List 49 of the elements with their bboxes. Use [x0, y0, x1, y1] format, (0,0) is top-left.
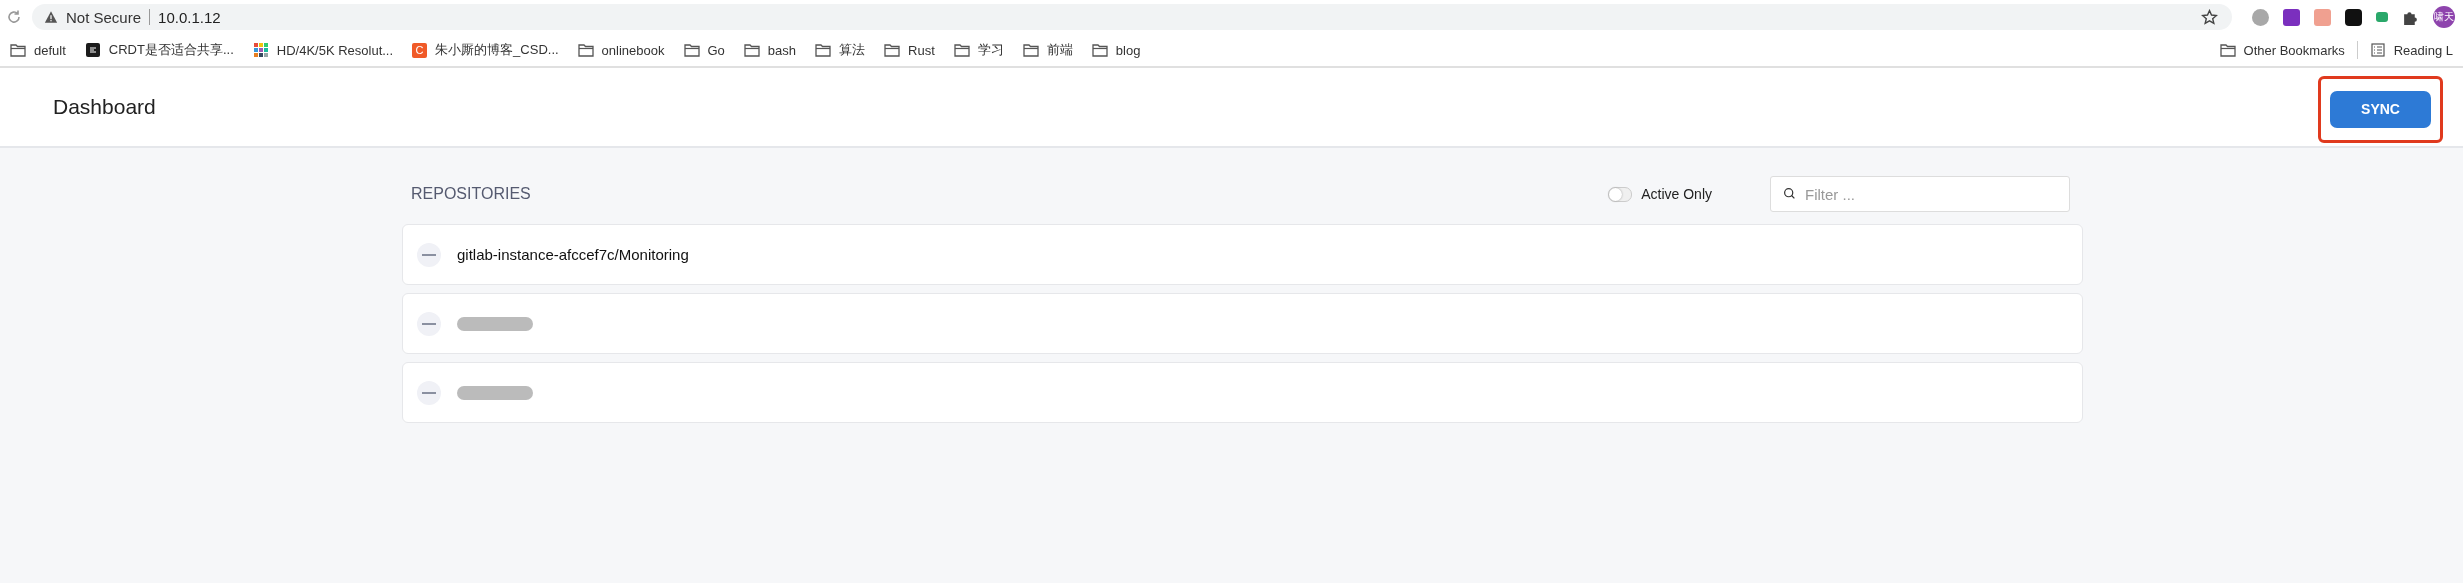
bookmark[interactable]: CRDT是否适合共享... — [84, 41, 234, 59]
page-title: Dashboard — [53, 95, 157, 119]
folder-icon — [10, 43, 26, 57]
repository-name: gitlab-instance-afccef7c/Monitoring — [457, 246, 689, 263]
folder-icon — [1091, 43, 1108, 57]
repository-card[interactable]: gitlab-instance-afccef7c/Monitoring — [402, 224, 2083, 285]
folder-icon — [815, 43, 832, 57]
bookmark[interactable]: 前端 — [1022, 41, 1073, 59]
filter-field[interactable]: Filter ... — [1770, 176, 2070, 212]
folder-icon — [2219, 43, 2236, 57]
bookmark[interactable]: defult — [10, 42, 66, 58]
extension-icon[interactable] — [2283, 8, 2300, 26]
warning-icon — [44, 10, 58, 24]
folder-icon — [1022, 43, 1039, 57]
section-title: REPOSITORIES — [411, 185, 531, 203]
bookmark[interactable]: 学习 — [953, 41, 1004, 59]
folder-icon — [683, 43, 700, 57]
collapse-icon[interactable] — [417, 242, 441, 267]
folder-icon — [743, 43, 760, 57]
collapse-icon[interactable] — [417, 380, 441, 405]
reload-icon[interactable] — [6, 9, 22, 25]
bookmark[interactable]: onlinebook — [577, 42, 665, 58]
bookmark[interactable]: C 朱小厮的博客_CSD... — [412, 41, 559, 59]
bookmark[interactable]: Rust — [884, 42, 935, 58]
list-icon — [2369, 43, 2386, 57]
profile-avatar[interactable]: 啸天 — [2433, 6, 2455, 28]
extension-icon[interactable] — [2345, 8, 2362, 26]
folder-icon — [953, 43, 970, 57]
folder-icon — [884, 43, 901, 57]
security-label: Not Secure — [66, 8, 142, 26]
star-icon[interactable] — [2201, 8, 2218, 26]
bookmark[interactable]: 算法 — [815, 41, 866, 59]
bookmark[interactable]: Go — [683, 42, 725, 58]
folder-icon — [577, 43, 594, 57]
active-only-toggle[interactable] — [1608, 186, 1633, 202]
app-icon — [84, 43, 101, 57]
bookmark[interactable]: HD/4K/5K Resolut... — [252, 42, 394, 58]
bookmark[interactable]: Reading L — [2369, 42, 2453, 58]
collapse-icon[interactable] — [417, 311, 441, 336]
sync-button[interactable]: SYNC — [2330, 90, 2431, 128]
search-icon — [1783, 187, 1796, 200]
bookmark[interactable]: blog — [1091, 42, 1141, 58]
url-text: 10.0.1.12 — [158, 8, 221, 26]
grid-icon — [252, 43, 269, 57]
bookmark[interactable]: bash — [743, 42, 797, 58]
bookmark[interactable]: Other Bookmarks — [2219, 42, 2345, 58]
address-bar[interactable]: Not Secure 10.0.1.12 — [32, 4, 2232, 30]
toggle-label: Active Only — [1641, 186, 1712, 202]
site-icon: C — [412, 42, 428, 58]
